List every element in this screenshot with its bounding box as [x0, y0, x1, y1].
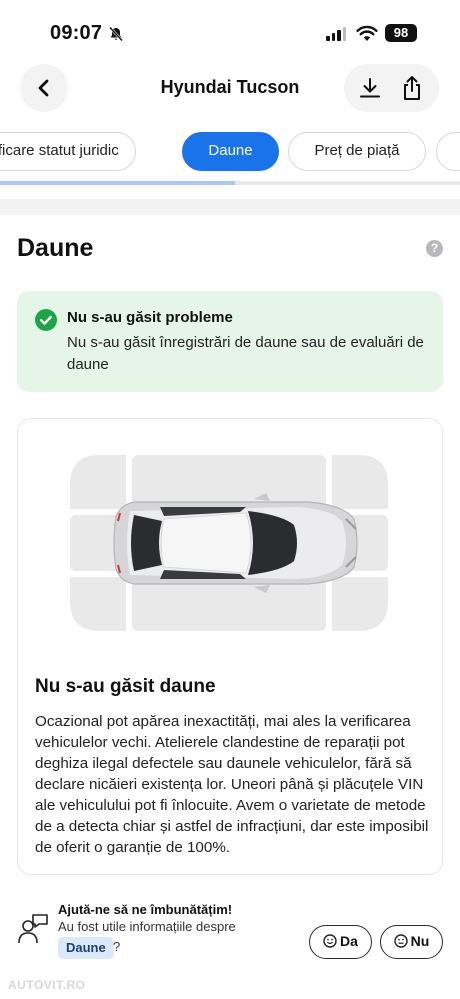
feedback-title: Ajută-ne să ne îmbunătățim! [58, 902, 233, 917]
tabs-scroll-indicator [0, 181, 460, 185]
car-damage-diagram [70, 455, 388, 631]
no-problems-text: Nu s-au găsit înregistrări de daune sau … [67, 334, 424, 373]
smile-icon [323, 934, 337, 948]
check-icon [35, 309, 57, 331]
header: Hyundai Tucson [0, 64, 460, 116]
yes-label: Da [340, 933, 358, 949]
tab-pret-de-piata[interactable]: Preț de piață [288, 132, 426, 171]
feedback-icon [18, 914, 48, 944]
bell-off-icon [109, 26, 123, 42]
tab-daune[interactable]: Daune [182, 132, 279, 171]
no-button[interactable]: Nu [380, 925, 443, 959]
damage-card: Nu s-au găsit daune Ocazional pot apărea… [17, 418, 443, 875]
yes-button[interactable]: Da [309, 925, 372, 959]
tabs-scroll-indicator-fill [0, 181, 235, 185]
neutral-face-icon [393, 934, 408, 948]
no-problems-title: Nu s-au găsit probleme [67, 309, 233, 326]
no-label: Nu [410, 933, 430, 949]
status-bar: 09:07 98 [0, 0, 460, 64]
damage-disclaimer-text: Ocazional pot apărea inexactități, mai a… [35, 713, 429, 856]
share-icon[interactable] [400, 75, 424, 101]
section-divider [0, 199, 460, 215]
header-actions [344, 64, 439, 112]
wifi-icon [356, 25, 378, 41]
tab-next[interactable] [436, 132, 460, 171]
feedback-question-mark: ? [113, 939, 121, 954]
car-top-view [113, 493, 358, 593]
feedback-topic-tag: Daune [58, 937, 114, 959]
feedback-subtitle: Au fost utile informațiile despre [58, 919, 236, 934]
download-icon[interactable] [358, 76, 382, 100]
watermark: AUTOVIT.RO [8, 978, 86, 992]
no-damage-title: Nu s-au găsit daune [35, 676, 216, 697]
section-title: Daune [17, 234, 94, 262]
battery-icon: 98 [385, 24, 417, 42]
status-time: 09:07 [50, 22, 103, 44]
tab-bar: Verificare statut juridic Daune Preț de … [0, 132, 460, 172]
help-icon[interactable]: ? [426, 240, 443, 257]
no-problems-card: Nu s-au găsit probleme Nu s-au găsit înr… [17, 291, 443, 392]
signal-icon [326, 27, 346, 41]
tab-verificare-statut-juridic[interactable]: Verificare statut juridic [0, 132, 136, 171]
